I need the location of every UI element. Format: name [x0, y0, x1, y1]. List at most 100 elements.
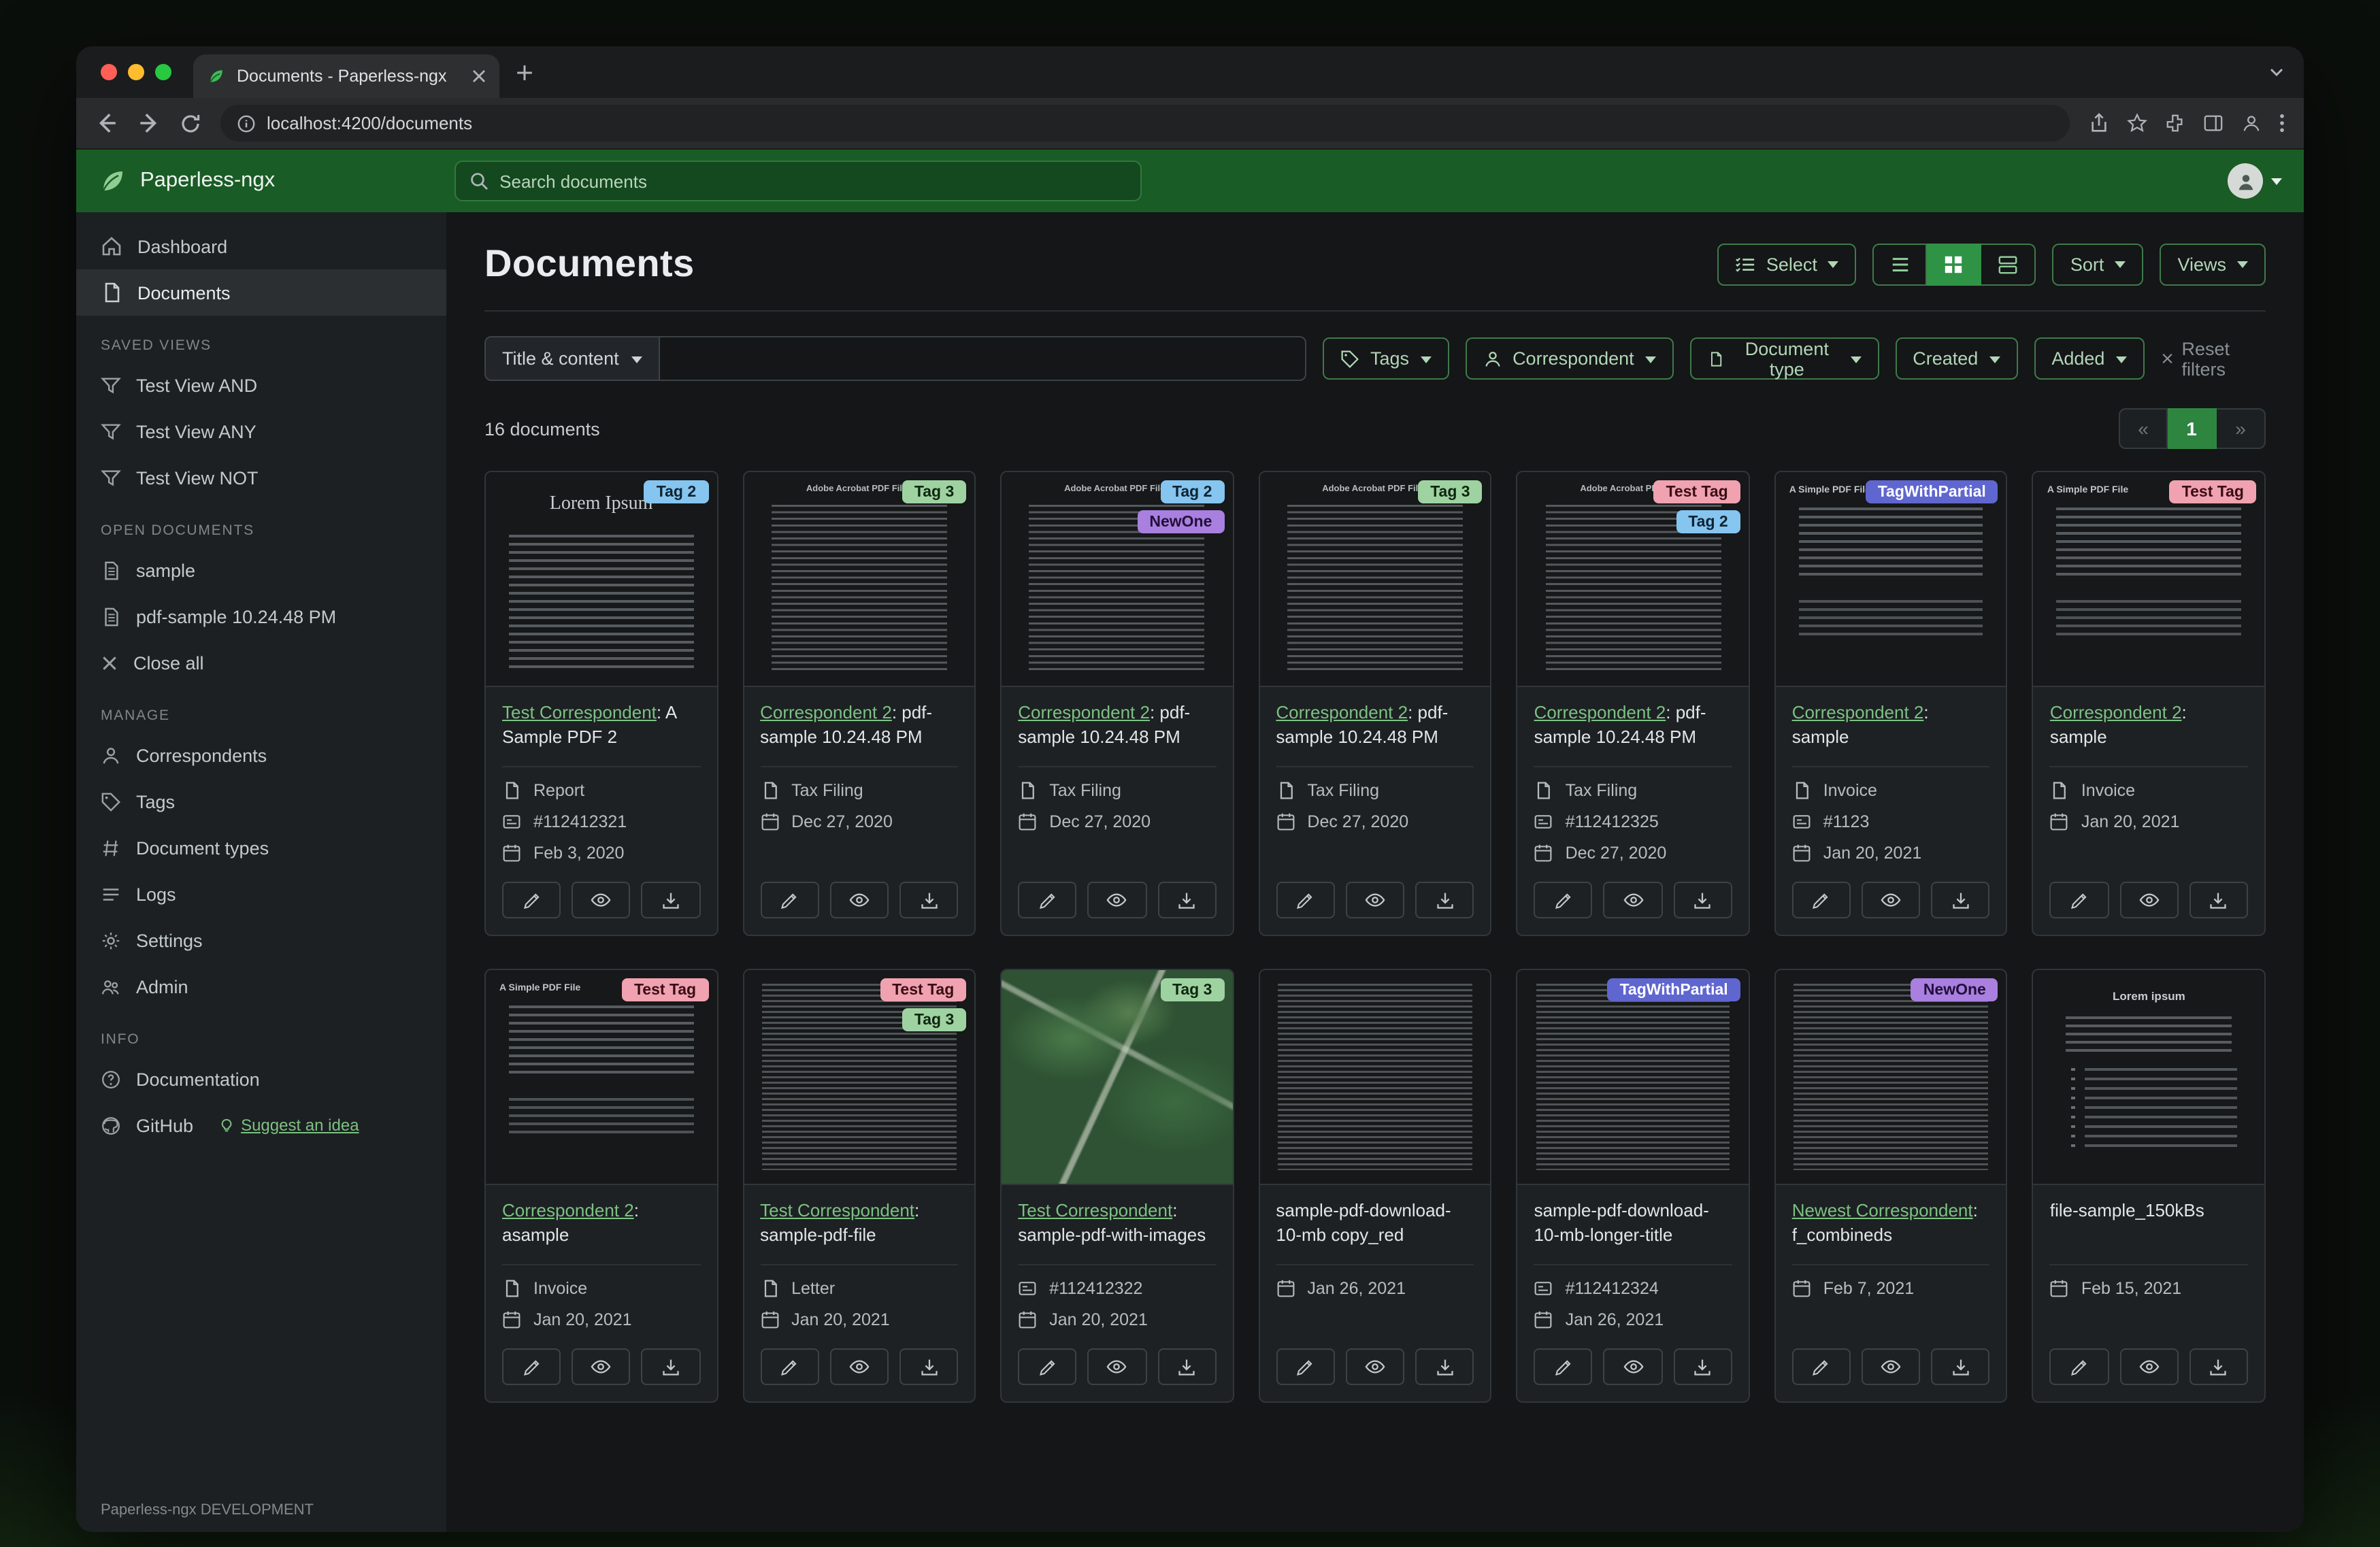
- tag-badge[interactable]: Tag 3: [1160, 978, 1225, 1001]
- correspondent-link[interactable]: Correspondent 2: [1276, 702, 1408, 722]
- tag-badge[interactable]: Test Tag: [2169, 480, 2256, 503]
- correspondent-filter-button[interactable]: Correspondent: [1465, 337, 1674, 380]
- edit-document-button[interactable]: [1018, 882, 1077, 918]
- tags-filter-button[interactable]: Tags: [1323, 337, 1449, 380]
- sidebar-item-close-all[interactable]: Close all: [76, 639, 446, 686]
- document-thumbnail[interactable]: [1259, 970, 1491, 1185]
- tag-badge[interactable]: Test Tag: [1653, 480, 1740, 503]
- tag-badge[interactable]: Test Tag: [621, 978, 709, 1001]
- select-dropdown-button[interactable]: Select: [1717, 243, 1857, 285]
- new-tab-button[interactable]: [516, 63, 533, 81]
- view-document-button[interactable]: [829, 1348, 889, 1385]
- document-thumbnail[interactable]: A Simple PDF File Test Tag: [486, 970, 717, 1185]
- global-search[interactable]: [454, 161, 1142, 201]
- view-document-button[interactable]: [572, 882, 631, 918]
- document-thumbnail[interactable]: Adobe Acrobat PDF Files Tag 3: [744, 472, 975, 687]
- view-document-button[interactable]: [1862, 1348, 1921, 1385]
- document-thumbnail[interactable]: A Simple PDF File Test Tag: [2033, 472, 2264, 687]
- reload-button[interactable]: [180, 112, 201, 135]
- edit-document-button[interactable]: [760, 882, 819, 918]
- display-small-cards-button[interactable]: [1927, 243, 1982, 285]
- sidebar-item-saved-view-any[interactable]: Test View ANY: [76, 408, 446, 454]
- browser-profile-icon[interactable]: [2241, 113, 2262, 133]
- sidebar-item-saved-view-not[interactable]: Test View NOT: [76, 454, 446, 501]
- download-document-button[interactable]: [1415, 1348, 1474, 1385]
- site-info-icon[interactable]: [237, 114, 256, 133]
- tag-badge[interactable]: Tag 2: [1676, 510, 1740, 533]
- views-dropdown-button[interactable]: Views: [2160, 243, 2266, 285]
- sidebar-item-tags[interactable]: Tags: [76, 778, 446, 825]
- reset-filters-button[interactable]: Reset filters: [2160, 338, 2266, 379]
- document-type-filter-button[interactable]: Document type: [1689, 337, 1879, 380]
- view-document-button[interactable]: [829, 882, 889, 918]
- tag-badge[interactable]: Tag 3: [1418, 480, 1483, 503]
- download-document-button[interactable]: [899, 882, 959, 918]
- pagination-page-1-button[interactable]: 1: [2168, 408, 2217, 449]
- view-document-button[interactable]: [1087, 882, 1147, 918]
- edit-document-button[interactable]: [1276, 1348, 1335, 1385]
- sidebar-item-settings[interactable]: Settings: [76, 917, 446, 963]
- sidebar-item-documents[interactable]: Documents: [76, 269, 446, 316]
- title-content-dropdown-button[interactable]: Title & content: [484, 336, 660, 381]
- edit-document-button[interactable]: [1791, 882, 1851, 918]
- sidebar-item-saved-view-and[interactable]: Test View AND: [76, 362, 446, 408]
- tag-badge[interactable]: NewOne: [1137, 510, 1225, 533]
- edit-document-button[interactable]: [1276, 882, 1335, 918]
- download-document-button[interactable]: [1673, 1348, 1732, 1385]
- sidebar-item-document-types[interactable]: Document types: [76, 825, 446, 871]
- tag-badge[interactable]: Tag 3: [902, 1008, 967, 1031]
- tag-badge[interactable]: Tag 3: [902, 480, 967, 503]
- view-document-button[interactable]: [2119, 882, 2179, 918]
- download-document-button[interactable]: [1157, 882, 1217, 918]
- view-document-button[interactable]: [572, 1348, 631, 1385]
- document-thumbnail[interactable]: Test Tag Tag 3: [744, 970, 975, 1185]
- sidebar-item-open-doc-pdf-sample[interactable]: pdf-sample 10.24.48 PM: [76, 593, 446, 639]
- tab-close-icon[interactable]: [472, 69, 486, 83]
- document-thumbnail[interactable]: Tag 3: [1002, 970, 1233, 1185]
- tag-badge[interactable]: NewOne: [1911, 978, 1998, 1001]
- document-thumbnail[interactable]: Adobe Acrobat PDF Files Tag 2 NewOne: [1002, 472, 1233, 687]
- tag-badge[interactable]: Test Tag: [880, 978, 967, 1001]
- edit-document-button[interactable]: [2049, 882, 2109, 918]
- download-document-button[interactable]: [1673, 882, 1732, 918]
- edit-document-button[interactable]: [1018, 1348, 1077, 1385]
- account-menu[interactable]: [2228, 163, 2282, 199]
- download-document-button[interactable]: [2189, 1348, 2248, 1385]
- view-document-button[interactable]: [1345, 882, 1405, 918]
- browser-tab[interactable]: Documents - Paperless-ngx: [193, 54, 499, 98]
- edit-document-button[interactable]: [502, 882, 561, 918]
- edit-document-button[interactable]: [1534, 882, 1593, 918]
- correspondent-link[interactable]: Correspondent 2: [2050, 702, 2182, 722]
- browser-menu-kebab-icon[interactable]: [2279, 113, 2285, 133]
- correspondent-link[interactable]: Correspondent 2: [1534, 702, 1666, 722]
- added-filter-button[interactable]: Added: [2034, 337, 2145, 380]
- download-document-button[interactable]: [1931, 1348, 1990, 1385]
- back-button[interactable]: [95, 112, 118, 135]
- edit-document-button[interactable]: [502, 1348, 561, 1385]
- download-document-button[interactable]: [2189, 882, 2248, 918]
- view-document-button[interactable]: [1603, 882, 1663, 918]
- view-document-button[interactable]: [1862, 882, 1921, 918]
- maximize-window-button[interactable]: [155, 64, 171, 80]
- sidebar-item-logs[interactable]: Logs: [76, 871, 446, 917]
- sidebar-item-open-doc-sample[interactable]: sample: [76, 547, 446, 593]
- download-document-button[interactable]: [899, 1348, 959, 1385]
- correspondent-link[interactable]: Test Correspondent: [502, 702, 657, 722]
- display-list-button[interactable]: [1872, 243, 1928, 285]
- tag-badge[interactable]: Tag 2: [644, 480, 709, 503]
- download-document-button[interactable]: [641, 1348, 701, 1385]
- pagination-prev-button[interactable]: «: [2119, 408, 2168, 449]
- search-input[interactable]: [499, 171, 1127, 191]
- pagination-next-button[interactable]: »: [2217, 408, 2266, 449]
- suggest-an-idea-link[interactable]: Suggest an idea: [219, 1116, 359, 1135]
- view-document-button[interactable]: [1603, 1348, 1663, 1385]
- correspondent-link[interactable]: Correspondent 2: [1018, 702, 1150, 722]
- sort-dropdown-button[interactable]: Sort: [2052, 243, 2144, 285]
- document-thumbnail[interactable]: Lorem ipsum: [2033, 970, 2264, 1185]
- sidebar-item-documentation[interactable]: Documentation: [76, 1056, 446, 1102]
- document-thumbnail[interactable]: TagWithPartial: [1517, 970, 1749, 1185]
- app-brand[interactable]: Paperless-ngx: [98, 166, 275, 196]
- display-large-cards-button[interactable]: [1981, 243, 2036, 285]
- download-document-button[interactable]: [1157, 1348, 1217, 1385]
- view-document-button[interactable]: [2119, 1348, 2179, 1385]
